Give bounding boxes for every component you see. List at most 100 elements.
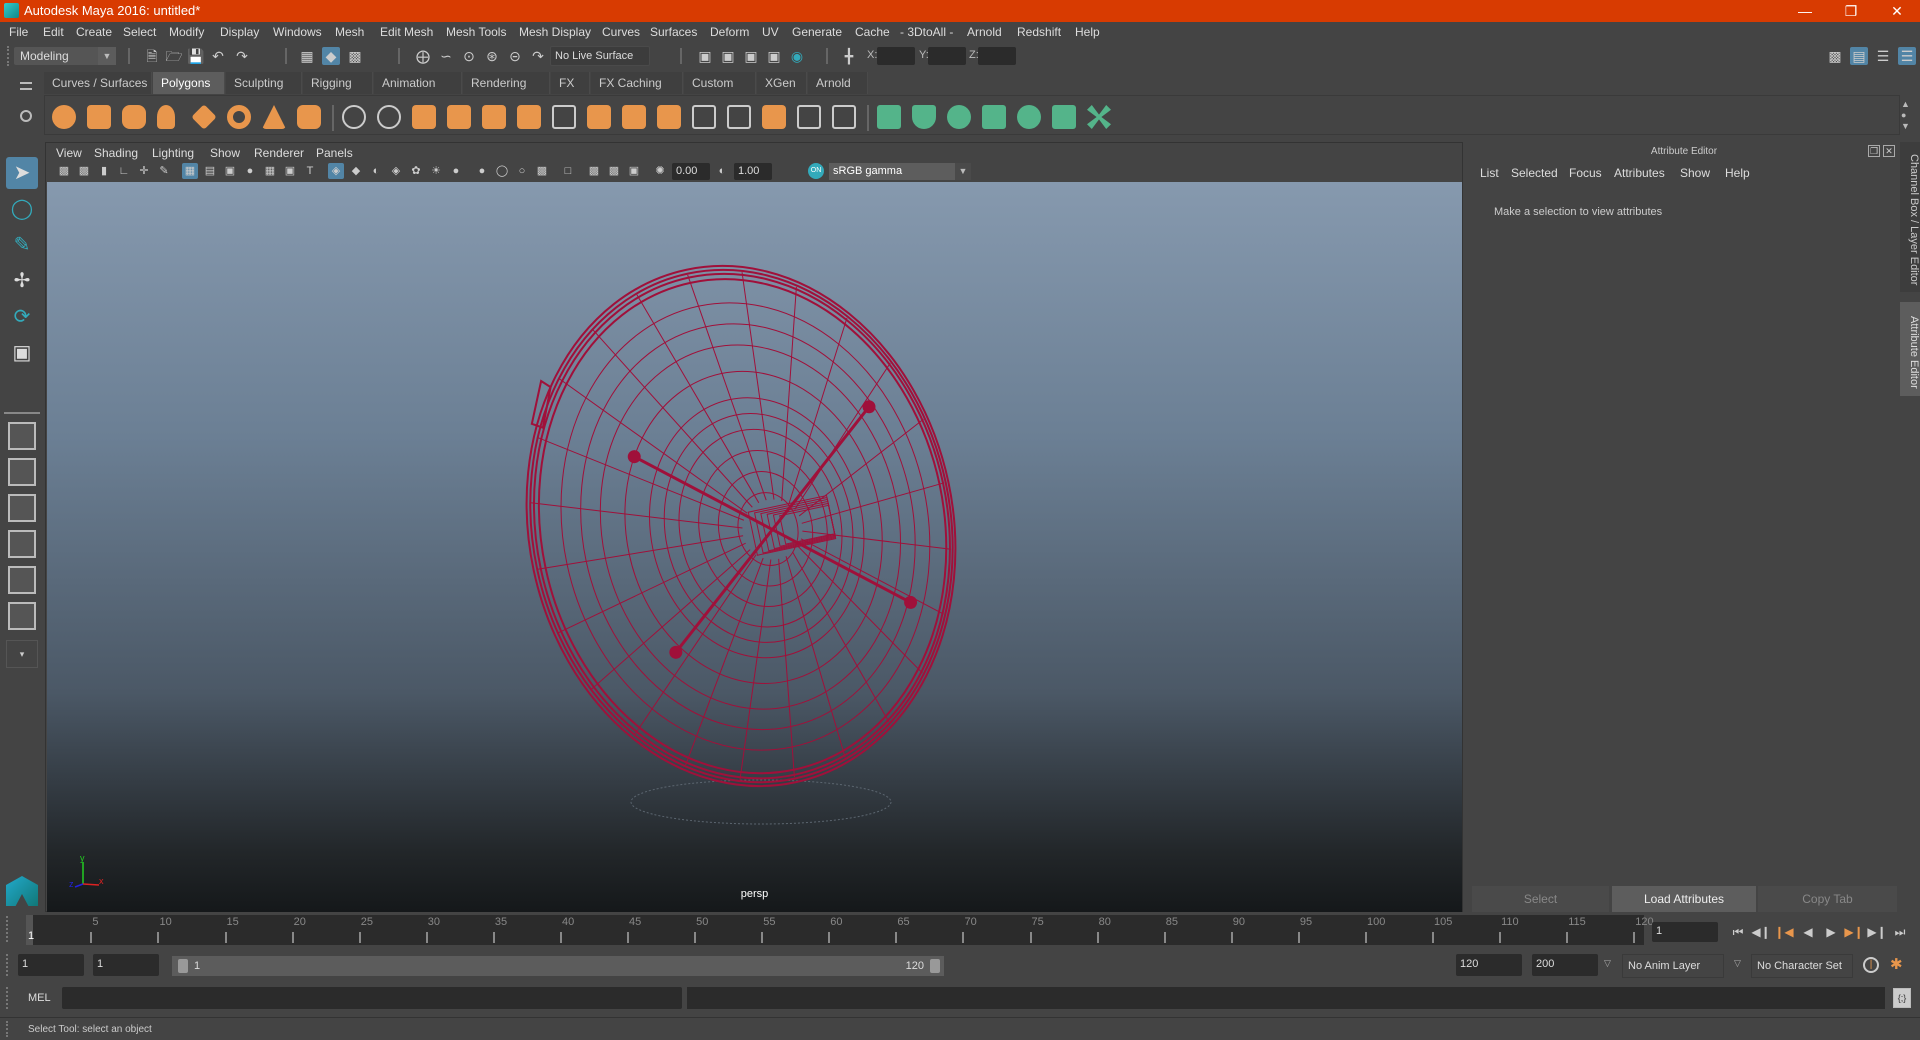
vp-menu-show[interactable]: Show — [210, 146, 240, 160]
step-back-frame-icon[interactable]: ◀❙ — [1751, 922, 1771, 942]
ae-select-button[interactable]: Select — [1472, 886, 1609, 912]
ae-menu-selected[interactable]: Selected — [1511, 166, 1558, 180]
open-scene-icon[interactable]: 🗁 — [165, 47, 183, 65]
exposure-field[interactable]: 0.00 — [672, 163, 710, 180]
close-panel-icon[interactable]: ✕ — [1883, 145, 1895, 157]
view-transform-dropdown[interactable]: sRGB gamma ▼ — [829, 163, 971, 180]
textured-icon[interactable]: ✿ — [408, 163, 424, 179]
go-to-start-icon[interactable]: ⏮ — [1728, 922, 1748, 942]
shelf-menu-icon[interactable] — [20, 82, 32, 90]
modeling-toolkit-icon[interactable]: ▩ — [1826, 47, 1844, 65]
mel-command-input[interactable] — [62, 987, 682, 1009]
menu-curves[interactable]: Curves — [602, 25, 640, 39]
snap-curve-icon[interactable]: ∽ — [437, 47, 455, 65]
menu-edit-mesh[interactable]: Edit Mesh — [380, 25, 433, 39]
ae-menu-focus[interactable]: Focus — [1569, 166, 1602, 180]
2d-pan-zoom-icon[interactable]: ✛ — [136, 163, 152, 179]
vp-menu-view[interactable]: View — [56, 146, 82, 160]
bool-icon[interactable] — [622, 105, 646, 129]
minimize-button[interactable]: — — [1782, 0, 1828, 22]
menu-deform[interactable]: Deform — [710, 25, 749, 39]
xray-icon[interactable]: ▩ — [586, 163, 602, 179]
shadows-icon[interactable]: ● — [448, 163, 464, 179]
y-field[interactable] — [928, 47, 966, 65]
menu-edit[interactable]: Edit — [43, 25, 64, 39]
select-by-hierarchy-icon[interactable]: ▦ — [298, 47, 316, 65]
poly-torus-icon[interactable] — [227, 105, 251, 129]
live-surface-field[interactable]: No Live Surface — [550, 46, 650, 66]
menu-modify[interactable]: Modify — [169, 25, 204, 39]
uv-editor-icon[interactable] — [1052, 105, 1076, 129]
move-tool-icon[interactable]: ✢ — [6, 265, 38, 297]
select-camera-icon[interactable]: ▩ — [56, 163, 72, 179]
play-backwards-icon[interactable]: ◀ — [1798, 922, 1818, 942]
image-plane-icon[interactable]: ∟ — [116, 163, 132, 179]
menu-display[interactable]: Display — [220, 25, 259, 39]
range-drag-handle[interactable] — [6, 954, 10, 976]
play-forwards-icon[interactable]: ▶ — [1821, 922, 1841, 942]
combine-icon[interactable] — [342, 105, 366, 129]
animation-end-field[interactable]: 200 — [1532, 954, 1598, 976]
spherical-map-icon[interactable] — [947, 105, 971, 129]
x-field[interactable] — [877, 47, 915, 65]
bookmark-icon[interactable]: ▮ — [96, 163, 112, 179]
select-by-component-icon[interactable]: ▩ — [346, 47, 364, 65]
append-polygon-icon[interactable] — [692, 105, 716, 129]
ae-menu-show[interactable]: Show — [1680, 166, 1710, 180]
menu-redshift[interactable]: Redshift — [1017, 25, 1061, 39]
menu-mesh-tools[interactable]: Mesh Tools — [446, 25, 506, 39]
menu-windows[interactable]: Windows — [273, 25, 322, 39]
step-forward-key-icon[interactable]: ▶❙ — [1844, 922, 1864, 942]
mirror-icon[interactable] — [412, 105, 436, 129]
insert-edgeloop-icon[interactable] — [797, 105, 821, 129]
ae-menu-help[interactable]: Help — [1725, 166, 1750, 180]
make-hole-icon[interactable] — [762, 105, 786, 129]
menu-file[interactable]: File — [9, 25, 28, 39]
xray-active-icon[interactable]: ▩ — [606, 163, 622, 179]
menuset-dropdown[interactable]: Modeling ▼ — [14, 47, 116, 65]
transform-constraint-icon[interactable]: ╋ — [840, 47, 858, 65]
isolate-select-icon[interactable]: □ — [560, 163, 576, 179]
layout-dropdown[interactable]: ▾ — [6, 640, 38, 668]
shelf-tab-curves-surfaces[interactable]: Curves / Surfaces — [44, 72, 152, 94]
screen-space-ao-icon[interactable]: ● — [474, 163, 490, 179]
current-frame-field[interactable]: 1 — [1652, 922, 1718, 942]
make-live-icon[interactable]: ↷ — [529, 47, 547, 65]
automatic-map-icon[interactable] — [982, 105, 1006, 129]
scale-tool-icon[interactable]: ▣ — [6, 337, 38, 369]
select-by-object-icon[interactable]: ◆ — [322, 47, 340, 65]
menu-mesh[interactable]: Mesh — [335, 25, 364, 39]
menu-select[interactable]: Select — [123, 25, 156, 39]
step-forward-frame-icon[interactable]: ▶❙ — [1867, 922, 1887, 942]
playback-end-field[interactable]: 120 — [1456, 954, 1522, 976]
snap-projected-center-icon[interactable]: ⊛ — [483, 47, 501, 65]
outliner-graph-layout-icon[interactable] — [8, 602, 36, 630]
poly-pipe-icon[interactable] — [297, 105, 321, 129]
vp-menu-panels[interactable]: Panels — [316, 146, 353, 160]
snap-view-plane-icon[interactable]: ⊝ — [506, 47, 524, 65]
redo-icon[interactable]: ↷ — [233, 47, 251, 65]
drag-handle[interactable] — [7, 46, 11, 66]
poly-cube-icon[interactable] — [87, 105, 111, 129]
extrude-icon[interactable] — [482, 105, 506, 129]
paint-select-tool-icon[interactable]: ✎ — [6, 229, 38, 261]
shelf-tab-custom[interactable]: Custom — [684, 72, 756, 94]
poly-cylinder-icon[interactable] — [122, 105, 146, 129]
animation-preferences-icon[interactable]: ✱ — [1890, 955, 1903, 973]
script-editor-icon[interactable]: {;} — [1893, 988, 1911, 1008]
ae-copy-tab-button[interactable]: Copy Tab — [1758, 886, 1897, 912]
render-frame-icon[interactable]: ▣ — [719, 47, 737, 65]
render-settings-icon[interactable]: ▣ — [765, 47, 783, 65]
fill-hole-icon[interactable] — [727, 105, 751, 129]
wireframe-object[interactable] — [47, 182, 1462, 912]
shelf-tab-animation[interactable]: Animation — [374, 72, 462, 94]
shelf-scroll[interactable]: ▲ ● ▼ — [1901, 99, 1910, 132]
poly-pyramid-icon[interactable] — [262, 105, 286, 129]
smooth-icon[interactable] — [447, 105, 471, 129]
anti-aliasing-icon[interactable]: ○ — [514, 163, 530, 179]
anim-layer-dropdown[interactable]: No Anim Layer — [1622, 954, 1724, 978]
perspective-viewport[interactable]: y x z persp — [47, 182, 1462, 912]
tab-attribute-editor[interactable]: Attribute Editor — [1900, 302, 1920, 396]
time-slider[interactable]: 1 5 10 15 20 25 30 35 40 45 50 55 60 65 70 75 80 85 90 95 1… — [26, 915, 1654, 945]
animation-start-field[interactable]: 1 — [18, 954, 84, 976]
